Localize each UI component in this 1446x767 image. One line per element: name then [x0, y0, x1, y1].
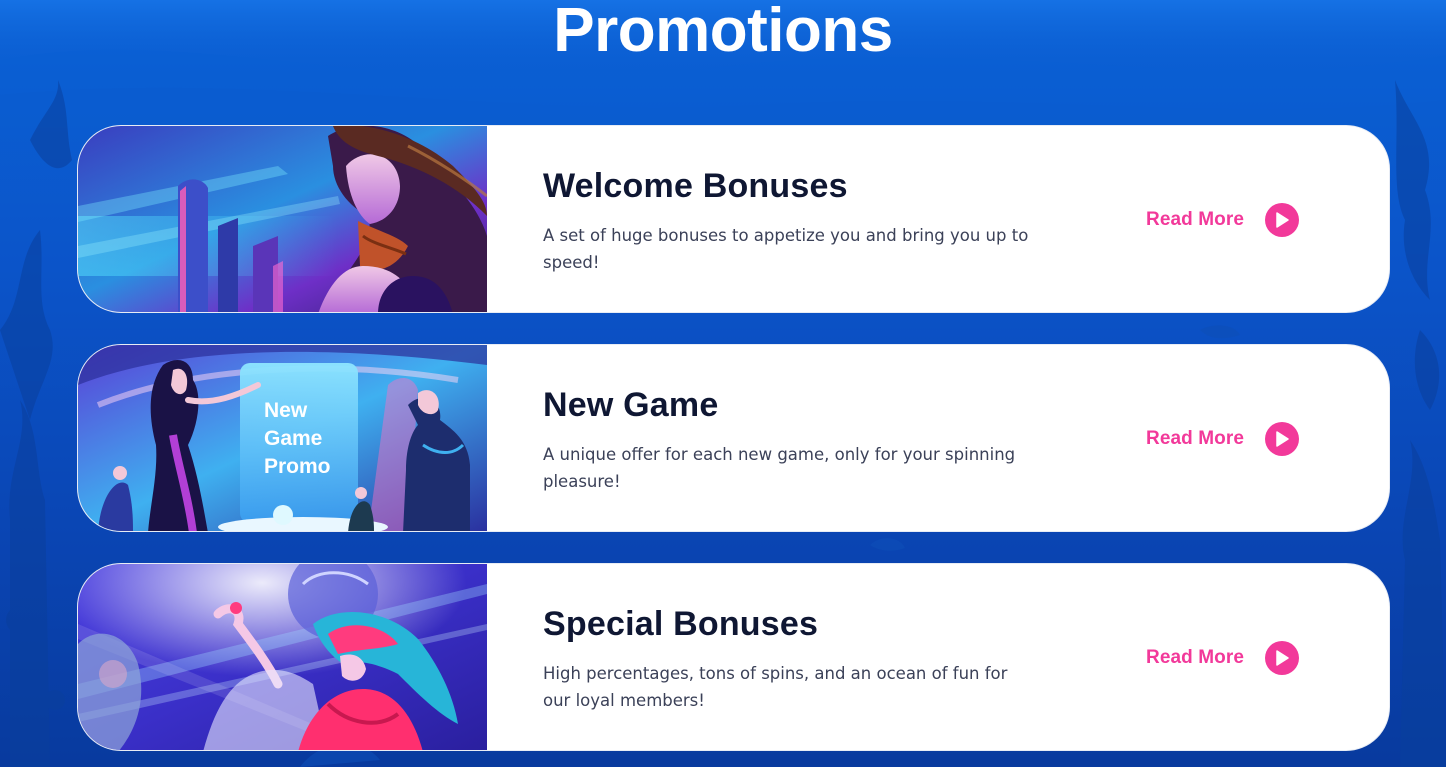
promotion-image-new-game: New Game Promo — [78, 345, 487, 531]
play-circle-icon[interactable] — [1265, 422, 1300, 456]
promotion-description: High percentages, tons of spins, and an … — [543, 664, 1008, 710]
play-circle-icon[interactable] — [1265, 203, 1300, 237]
promotion-card-special-bonuses: Special Bonuses High percentages, tons o… — [77, 563, 1390, 751]
page-title: Promotions — [553, 0, 893, 65]
read-more-label: Read More — [1146, 428, 1245, 449]
read-more-link[interactable]: Read More — [1146, 641, 1300, 675]
promo-panel-line-3: Promo — [264, 455, 331, 478]
read-more-link[interactable]: Read More — [1146, 203, 1300, 237]
promo-panel-line-1: New — [264, 399, 308, 422]
promotion-card-welcome-bonuses: Welcome Bonuses A set of huge bonuses to… — [77, 125, 1390, 313]
read-more-label: Read More — [1146, 209, 1245, 230]
play-circle-icon[interactable] — [1265, 641, 1300, 675]
promotion-description: A unique offer for each new game, only f… — [543, 445, 1016, 491]
read-more-label: Read More — [1146, 647, 1245, 668]
promotion-title: Special Bonuses — [543, 605, 819, 643]
promotion-card-new-game: New Game Promo New Game A unique offer f… — [77, 344, 1390, 532]
promo-panel-line-2: Game — [264, 427, 322, 450]
promotion-image-welcome-bonuses — [78, 126, 487, 312]
read-more-link[interactable]: Read More — [1146, 422, 1300, 456]
promotion-title: New Game — [543, 386, 719, 424]
promotion-image-special-bonuses — [78, 564, 487, 750]
promotion-title: Welcome Bonuses — [543, 167, 848, 205]
promotion-description: A set of huge bonuses to appetize you an… — [543, 226, 1029, 272]
